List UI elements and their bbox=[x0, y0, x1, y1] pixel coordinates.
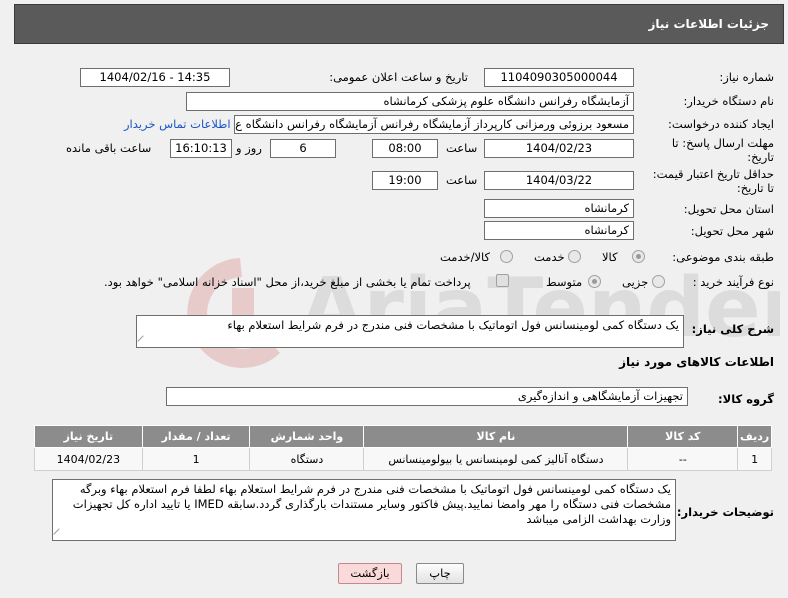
payment-note: پرداخت تمام یا بخشی از مبلغ خرید،از محل … bbox=[104, 275, 471, 289]
purchase-type-label: نوع فرآیند خرید : bbox=[692, 275, 774, 289]
deadline-label-line1: مهلت ارسال پاسخ: تا bbox=[671, 136, 774, 150]
col-name: نام کالا bbox=[363, 425, 629, 448]
cell-unit: دستگاه bbox=[249, 447, 365, 471]
page-title: جزئیات اطلاعات نیاز bbox=[648, 17, 769, 31]
announce-field: 1404/02/16 - 14:35 bbox=[80, 68, 230, 87]
deadline-date-field: 1404/02/23 bbox=[484, 139, 634, 158]
purchase-radio-minor[interactable] bbox=[652, 275, 665, 288]
category-radio-service[interactable] bbox=[568, 250, 581, 263]
col-row: ردیف bbox=[737, 425, 772, 448]
need-number-label: شماره نیاز: bbox=[719, 70, 774, 84]
col-qty: تعداد / مقدار bbox=[141, 425, 251, 448]
buyer-notes-label: توضیحات خریدار: bbox=[676, 505, 774, 519]
table-row: 1 -- دستگاه آنالیز کمی لومینسانس یا بیول… bbox=[34, 447, 772, 471]
treasury-checkbox[interactable] bbox=[496, 274, 509, 287]
category-option-goods: کالا bbox=[602, 250, 618, 264]
col-unit: واحد شمارش bbox=[249, 425, 365, 448]
goods-group-field: تجهیزات آزمایشگاهی و اندازه‌گیری bbox=[166, 387, 688, 406]
purchase-option-minor: جزیی bbox=[622, 275, 649, 289]
goods-info-title: اطلاعات کالاهای مورد نیاز bbox=[619, 355, 774, 369]
category-radio-goods[interactable] bbox=[632, 250, 645, 263]
deadline-label-line2: تاریخ: bbox=[747, 150, 774, 164]
deadline-time-field: 08:00 bbox=[372, 139, 438, 158]
buyer-contact-link[interactable]: اطلاعات تماس خریدار bbox=[124, 117, 231, 131]
need-number-field: 1104090305000044 bbox=[484, 68, 634, 87]
requester-field: مسعود برزوئی ورمزانی کارپرداز آزمایشگاه … bbox=[234, 115, 634, 134]
category-option-service: خدمت bbox=[534, 250, 565, 264]
col-code: کد کالا bbox=[627, 425, 739, 448]
resize-grip-icon bbox=[137, 335, 149, 347]
back-button[interactable]: بازگشت bbox=[338, 563, 402, 584]
deadline-time-label: ساعت bbox=[446, 141, 478, 155]
validity-date-field: 1404/03/22 bbox=[484, 171, 634, 190]
goods-table-header: ردیف کد کالا نام کالا واحد شمارش تعداد /… bbox=[34, 425, 772, 448]
remaining-time-field: 16:10:13 bbox=[170, 139, 232, 158]
category-option-goods-service: کالا/خدمت bbox=[440, 250, 491, 264]
cell-name: دستگاه آنالیز کمی لومینسانس یا بیولومینس… bbox=[363, 447, 629, 471]
description-textarea[interactable]: یک دستگاه کمی لومینسانس فول اتوماتیک با … bbox=[136, 315, 684, 348]
province-field: کرمانشاه bbox=[484, 199, 634, 218]
days-label: روز و bbox=[236, 141, 262, 155]
description-label: شرح کلی نیاز: bbox=[691, 322, 774, 336]
purchase-option-medium: متوسط bbox=[546, 275, 583, 289]
validity-label-line1: حداقل تاریخ اعتبار قیمت: bbox=[652, 167, 774, 181]
buyer-org-label: نام دستگاه خریدار: bbox=[683, 94, 774, 108]
validity-label-line2: تا تاریخ: bbox=[736, 181, 774, 195]
buyer-notes-text: یک دستگاه کمی لومینسانس فول اتوماتیک با … bbox=[72, 482, 671, 526]
category-radio-goods-service[interactable] bbox=[500, 250, 513, 263]
province-label: استان محل تحویل: bbox=[683, 202, 774, 216]
requester-label: ایجاد کننده درخواست: bbox=[668, 117, 774, 131]
print-button[interactable]: چاپ bbox=[416, 563, 464, 584]
cell-row: 1 bbox=[737, 447, 772, 471]
buyer-notes-textarea[interactable]: یک دستگاه کمی لومینسانس فول اتوماتیک با … bbox=[52, 479, 676, 541]
resize-grip-icon bbox=[53, 528, 65, 540]
col-date: تاریخ نیاز bbox=[34, 425, 143, 448]
city-field: کرمانشاه bbox=[484, 221, 634, 240]
validity-time-label: ساعت bbox=[446, 173, 478, 187]
purchase-radio-medium[interactable] bbox=[588, 275, 601, 288]
category-label: طبقه بندی موضوعی: bbox=[672, 250, 774, 264]
city-label: شهر محل تحویل: bbox=[690, 224, 774, 238]
cell-date: 1404/02/23 bbox=[34, 447, 143, 471]
goods-table: ردیف کد کالا نام کالا واحد شمارش تعداد /… bbox=[34, 425, 772, 471]
cell-code: -- bbox=[627, 447, 739, 471]
announce-label: تاریخ و ساعت اعلان عمومی: bbox=[329, 70, 468, 84]
buyer-org-field: آزمایشگاه رفرانس دانشگاه علوم پزشکی کرما… bbox=[186, 92, 634, 111]
page-header: جزئیات اطلاعات نیاز bbox=[14, 4, 784, 44]
validity-time-field: 19:00 bbox=[372, 171, 438, 190]
cell-qty: 1 bbox=[141, 447, 251, 471]
description-text: یک دستگاه کمی لومینسانس فول اتوماتیک با … bbox=[227, 318, 679, 332]
days-remaining-field: 6 bbox=[270, 139, 336, 158]
goods-group-label: گروه کالا: bbox=[718, 392, 774, 406]
remaining-time-label: ساعت باقی مانده bbox=[66, 141, 152, 155]
